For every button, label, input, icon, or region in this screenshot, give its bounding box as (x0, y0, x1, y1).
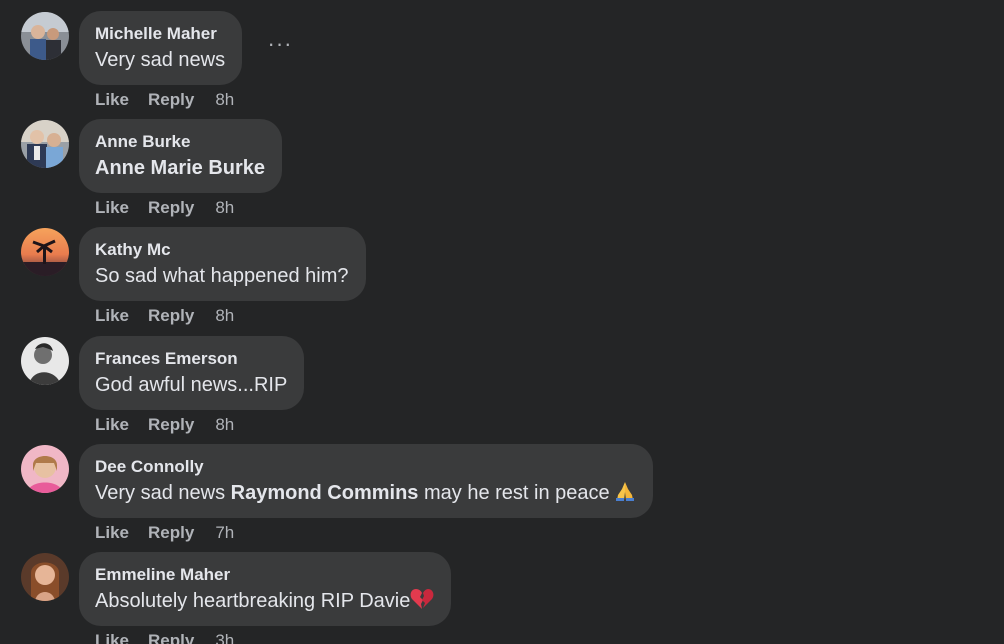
comment-bubble: Kathy Mc So sad what happened him? (79, 227, 366, 301)
like-button[interactable]: Like (95, 415, 129, 435)
reply-button[interactable]: Reply (148, 415, 194, 435)
comment-text-after: may he rest in peace (418, 482, 610, 504)
comment-timestamp[interactable]: 8h (215, 415, 234, 435)
comment-bubble: Emmeline Maher Absolutely heartbreaking … (79, 552, 452, 626)
reply-button[interactable]: Reply (148, 631, 194, 644)
comment-actions: Like Reply 8h (95, 415, 234, 435)
avatar[interactable] (21, 337, 69, 385)
comment-timestamp[interactable]: 8h (215, 198, 234, 218)
like-button[interactable]: Like (95, 631, 129, 644)
like-button[interactable]: Like (95, 523, 129, 543)
comment-author[interactable]: Emmeline Maher (95, 565, 230, 585)
like-button[interactable]: Like (95, 198, 129, 218)
comment-text-before: Very sad news (95, 482, 231, 504)
comment-bubble: Frances Emerson God awful news...RIP (79, 336, 305, 410)
reply-button[interactable]: Reply (148, 306, 194, 326)
comment-actions: Like Reply 8h (95, 306, 234, 326)
avatar[interactable] (21, 553, 69, 601)
comment-bubble: Michelle Maher Very sad news (79, 11, 243, 85)
comment-text: Very sad news (95, 49, 226, 71)
comment-actions: Like Reply 7h (95, 523, 234, 543)
avatar[interactable] (21, 120, 69, 168)
avatar[interactable] (21, 228, 69, 276)
like-button[interactable]: Like (95, 306, 129, 326)
more-options-icon[interactable]: ··· (266, 33, 294, 62)
comment-text[interactable]: Anne Marie Burke (95, 154, 265, 182)
reply-button[interactable]: Reply (148, 90, 194, 110)
comment-bubble: Dee Connolly Very sad news Raymond Commi… (79, 444, 653, 518)
comment-author[interactable]: Kathy Mc (95, 240, 171, 260)
comment-author[interactable]: Frances Emerson (95, 349, 238, 369)
comment-text: Absolutely heartbreaking RIP Davie (95, 587, 434, 618)
avatar[interactable] (21, 12, 69, 60)
mention-link[interactable]: Raymond Commins (231, 482, 419, 504)
comment-timestamp[interactable]: 8h (215, 306, 234, 326)
reply-button[interactable]: Reply (148, 198, 194, 218)
comment-author[interactable]: Anne Burke (95, 132, 190, 152)
comment-text: Very sad news Raymond Commins may he res… (95, 479, 636, 510)
broken-heart-emoji (410, 588, 434, 618)
comment-timestamp[interactable]: 3h (215, 631, 234, 644)
comment-timestamp[interactable]: 7h (215, 523, 234, 543)
comments-list: Michelle Maher Very sad news ··· Like Rep… (0, 0, 1004, 644)
folded-hands-emoji (614, 480, 636, 510)
reply-button[interactable]: Reply (148, 523, 194, 543)
comment-text-body: Absolutely heartbreaking RIP Davie (95, 590, 411, 612)
like-button[interactable]: Like (95, 90, 129, 110)
comment-author[interactable]: Dee Connolly (95, 457, 204, 477)
comment-actions: Like Reply 3h (95, 631, 234, 644)
comment-bubble: Anne Burke Anne Marie Burke (79, 119, 283, 193)
comment-actions: Like Reply 8h (95, 198, 234, 218)
comment-author[interactable]: Michelle Maher (95, 24, 217, 44)
comment-text: God awful news...RIP (95, 374, 288, 396)
avatar[interactable] (21, 445, 69, 493)
comment-actions: Like Reply 8h (95, 90, 234, 110)
comment-text: So sad what happened him? (95, 265, 349, 287)
comment-timestamp[interactable]: 8h (215, 90, 234, 110)
